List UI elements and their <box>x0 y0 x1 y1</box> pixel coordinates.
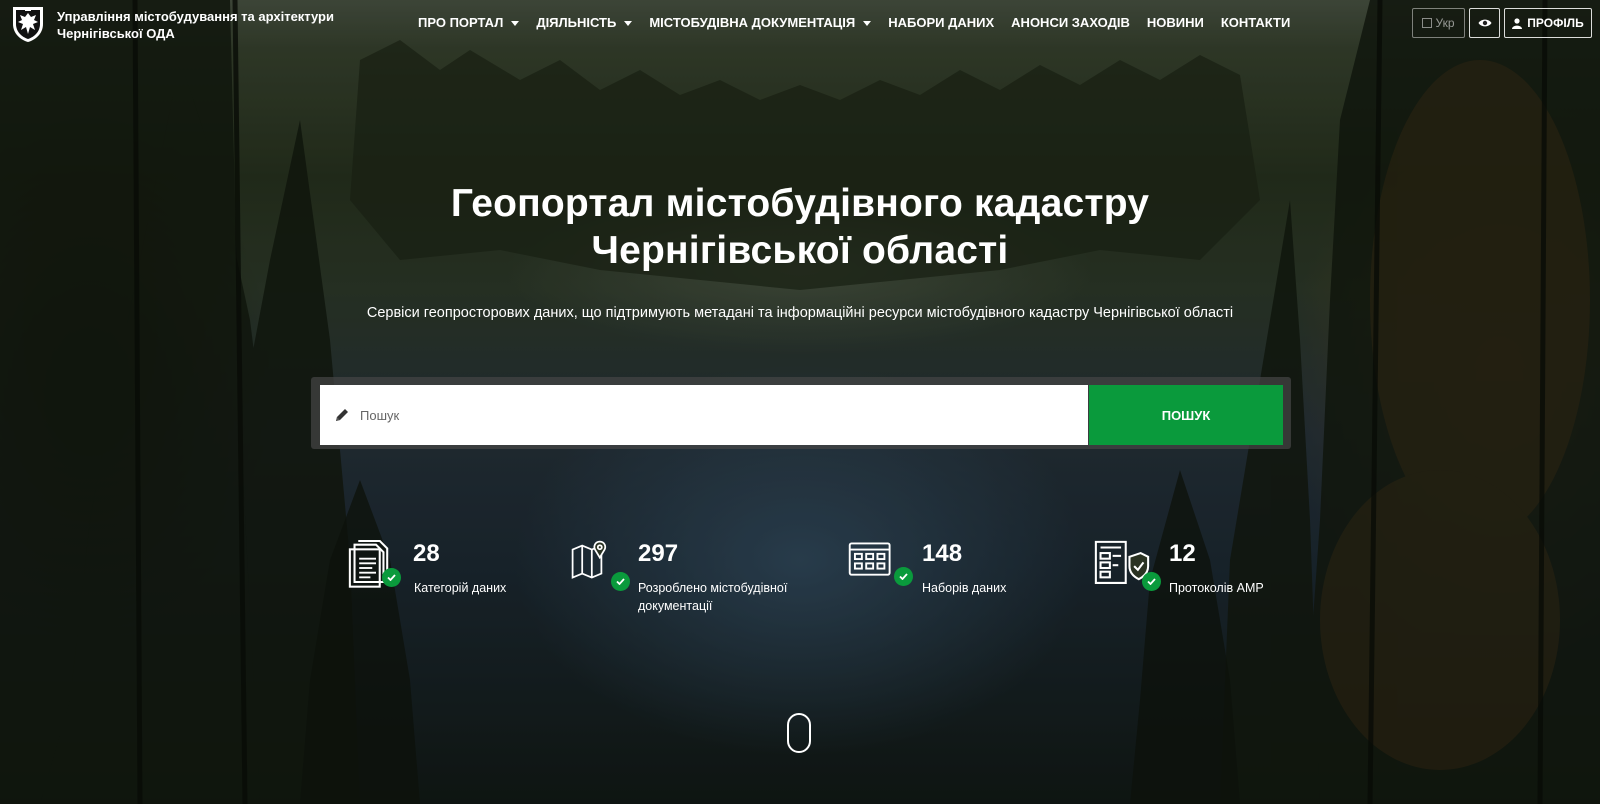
search-field[interactable] <box>320 385 1088 445</box>
chevron-down-icon <box>624 20 633 26</box>
nav-item-urban-documentation[interactable]: МІСТОБУДІВНА ДОКУМЕНТАЦІЯ <box>649 15 872 30</box>
stat-data-categories[interactable]: 28 Категорій даних <box>348 540 508 600</box>
page-title-line-1: Геопортал містобудівного кадастру <box>450 182 1150 225</box>
nav-item-label: НОВИНИ <box>1146 15 1204 30</box>
page-subtitle: Сервіси геопросторових даних, що підтрим… <box>366 305 1234 321</box>
nav-item-datasets[interactable]: НАБОРИ ДАНИХ <box>888 15 994 30</box>
stat-label: Протоколів АМР <box>1169 579 1264 597</box>
stat-label-line-1: Наборів даних <box>922 581 1007 595</box>
stat-label: Розроблено містобудівної документації <box>638 579 787 615</box>
stat-label: Наборів даних <box>922 579 1006 597</box>
search-bar: ПОШУК <box>311 377 1291 449</box>
nav-item-activity[interactable]: ДІЯЛЬНІСТЬ <box>536 15 633 30</box>
chevron-down-icon <box>511 20 520 26</box>
user-icon <box>1512 17 1523 29</box>
stat-label-line-1: Протоколів АМР <box>1169 581 1264 595</box>
chernihiv-coat-of-arms-icon[interactable] <box>8 4 48 44</box>
main-nav: ПРО ПОРТАЛ ДІЯЛЬНІСТЬ МІСТОБУДІВНА ДОКУМ… <box>418 15 1307 30</box>
stat-label-line-1: Категорій даних <box>414 581 507 595</box>
stat-urban-documentation[interactable]: 297 Розроблено містобудівної документаці… <box>571 540 791 613</box>
check-icon <box>1142 572 1161 591</box>
page-title: Геопортал містобудівного кадастру Черніг… <box>300 180 1300 274</box>
brand-line-1: Управління містобудування та архітектури <box>57 9 334 24</box>
check-icon <box>382 568 401 587</box>
chevron-down-icon <box>863 20 872 26</box>
nav-item-news[interactable]: НОВИНИ <box>1147 15 1204 30</box>
nav-item-label: НАБОРИ ДАНИХ <box>888 15 995 30</box>
nav-item-label: АНОНСИ ЗАХОДІВ <box>1011 15 1130 30</box>
accessibility-view-button[interactable] <box>1469 8 1500 38</box>
stat-label: Категорій даних <box>414 579 506 597</box>
brand-line-2: Чернігівської ОДА <box>57 26 175 41</box>
top-header: Управління містобудування та архітектури… <box>0 0 1600 48</box>
brand-name[interactable]: Управління містобудування та архітектури… <box>57 8 334 42</box>
nav-item-contacts[interactable]: КОНТАКТИ <box>1221 15 1291 30</box>
nav-item-label: ДІЯЛЬНІСТЬ <box>536 15 617 30</box>
nav-item-label: КОНТАКТИ <box>1220 15 1291 30</box>
stat-number: 297 <box>638 540 679 567</box>
check-icon <box>894 567 913 586</box>
protocol-shield-icon <box>1094 540 1150 584</box>
profile-label: ПРОФІЛЬ <box>1527 16 1584 30</box>
nav-item-label: МІСТОБУДІВНА ДОКУМЕНТАЦІЯ <box>649 15 856 30</box>
page-title-line-2: Чернігівської області <box>591 229 1009 272</box>
calendar-grid-icon <box>848 542 891 576</box>
stat-label-line-1: Розроблено містобудівної <box>638 581 788 595</box>
search-input[interactable] <box>360 385 1080 445</box>
stat-protocols[interactable]: 12 Протоколів АМР <box>1094 540 1264 600</box>
pencil-icon <box>336 409 348 421</box>
search-button[interactable]: ПОШУК <box>1089 385 1283 445</box>
flag-icon <box>1422 18 1433 28</box>
nav-item-label: ПРО ПОРТАЛ <box>418 15 504 30</box>
nav-item-about-portal[interactable]: ПРО ПОРТАЛ <box>418 15 520 30</box>
stat-datasets[interactable]: 148 Наборів даних <box>848 540 1018 600</box>
profile-button[interactable]: ПРОФІЛЬ <box>1504 8 1592 38</box>
stat-label-line-2: документації <box>638 599 713 613</box>
eye-icon <box>1478 19 1491 27</box>
nav-item-event-announcements[interactable]: АНОНСИ ЗАХОДІВ <box>1011 15 1130 30</box>
stat-number: 28 <box>413 540 440 567</box>
check-icon <box>611 572 630 591</box>
language-button[interactable]: Укр <box>1412 8 1465 38</box>
language-label: Укр <box>1435 16 1455 30</box>
stat-number: 148 <box>922 540 963 567</box>
stat-number: 12 <box>1169 540 1196 567</box>
scroll-down-icon[interactable] <box>787 713 811 753</box>
